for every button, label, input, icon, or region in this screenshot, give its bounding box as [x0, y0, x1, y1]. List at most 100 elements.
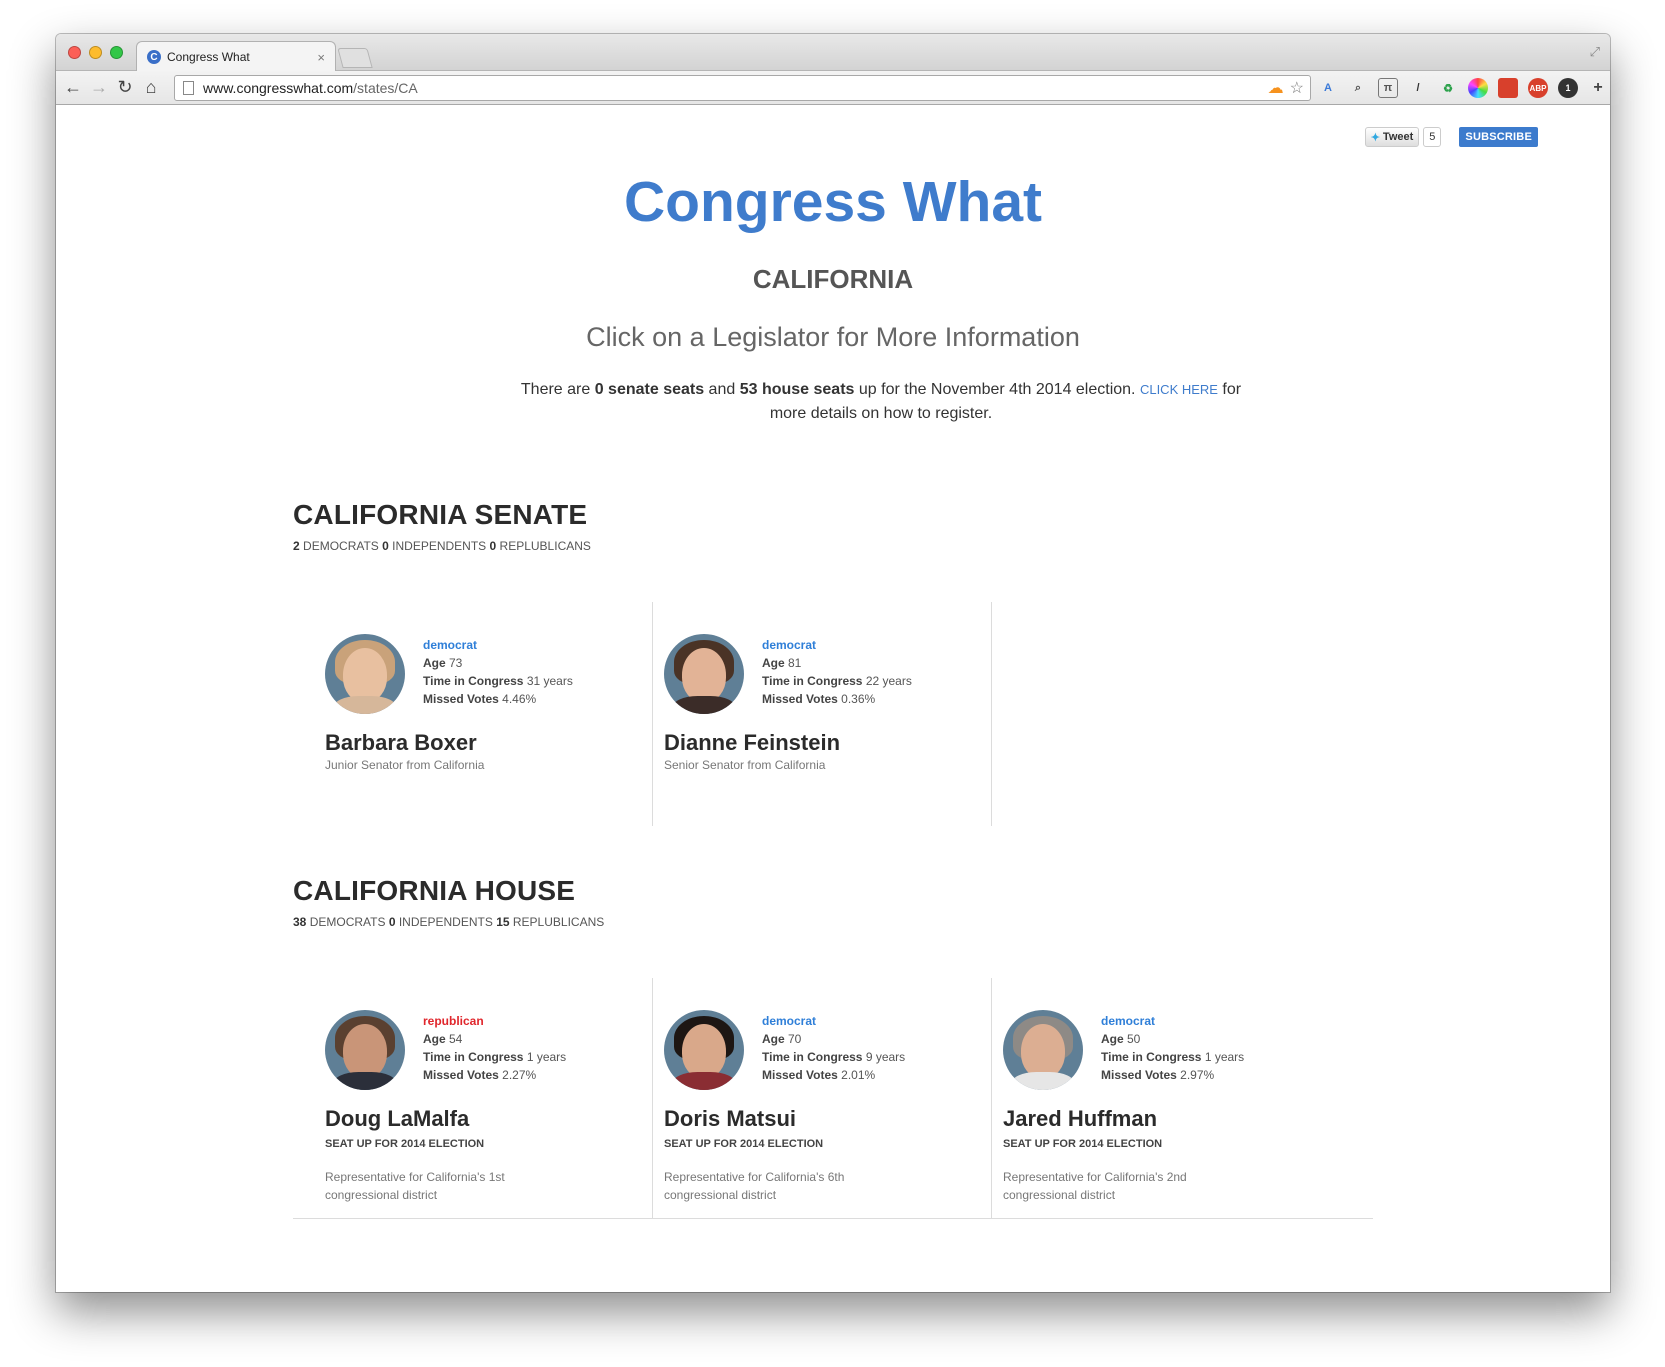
- age-label: Age: [762, 656, 785, 670]
- missed-row: Missed Votes 4.46%: [423, 690, 573, 708]
- zoom-window-button[interactable]: [110, 46, 123, 59]
- legislator-name[interactable]: Doug LaMalfa: [325, 1106, 469, 1132]
- counter-icon[interactable]: 1: [1558, 78, 1578, 98]
- senate-rep-label: REPLUBLICANS: [496, 539, 591, 553]
- house-ind-count: 0: [388, 915, 396, 929]
- twitter-bird-icon: ✦: [1370, 131, 1380, 144]
- row-divider: [293, 1218, 1373, 1219]
- close-window-button[interactable]: [68, 46, 81, 59]
- forward-icon[interactable]: →: [86, 77, 112, 98]
- eyedropper-icon[interactable]: /: [1408, 78, 1428, 98]
- age-row: Age 54: [423, 1030, 566, 1048]
- legislator-role: Representative for California's 1st cong…: [325, 1170, 505, 1202]
- age-row: Age 81: [762, 654, 912, 672]
- browser-window: C Congress What × ⤢ ← → ↻ ⌂ www.congress…: [56, 34, 1610, 1292]
- legislator-name[interactable]: Dianne Feinstein: [664, 730, 840, 756]
- missed-row: Missed Votes 0.36%: [762, 690, 912, 708]
- missed-row: Missed Votes 2.27%: [423, 1066, 566, 1084]
- legislator-stats: democrat Age 81 Time in Congress 22 year…: [762, 636, 912, 708]
- avatar: [664, 634, 744, 714]
- time-value: 22 years: [862, 674, 912, 688]
- fullscreen-icon[interactable]: ⤢: [1590, 44, 1600, 60]
- avatar: [325, 1010, 405, 1090]
- house-rep-label: REPLUBLICANS: [509, 915, 605, 929]
- time-value: 1 years: [523, 1050, 567, 1064]
- age-label: Age: [423, 1032, 446, 1046]
- cloud-icon[interactable]: ☁: [1268, 78, 1284, 98]
- house-counts: 38 DEMOCRATS 0 INDEPENDENTS 15 REPLUBLIC…: [293, 915, 604, 929]
- abp-icon[interactable]: ABP: [1528, 78, 1548, 98]
- page-content: ✦ Tweet 5 SUBSCRIBE Congress What CALIFO…: [56, 105, 1610, 1290]
- browser-tab[interactable]: C Congress What ×: [136, 41, 336, 72]
- senate-ind-count: 0: [382, 539, 389, 553]
- legislator-role: Senior Senator from California: [664, 758, 826, 772]
- reload-icon[interactable]: ↻: [112, 77, 138, 98]
- election-notice: There are 0 senate seats and 53 house se…: [511, 378, 1251, 426]
- missed-label: Missed Votes: [762, 692, 838, 706]
- color-wheel-icon[interactable]: [1468, 78, 1488, 98]
- house-dem-count: 38: [293, 915, 307, 929]
- party-label: republican: [423, 1014, 484, 1028]
- party-label: democrat: [423, 638, 478, 652]
- subscribe-button[interactable]: SUBSCRIBE: [1459, 127, 1538, 147]
- time-row: Time in Congress 31 years: [423, 672, 573, 690]
- seat-up-badge: SEAT UP FOR 2014 ELECTION: [1003, 1138, 1163, 1150]
- url-path: /states/CA: [353, 80, 418, 96]
- pi-icon[interactable]: π: [1378, 78, 1398, 98]
- age-label: Age: [762, 1032, 785, 1046]
- favicon-icon: C: [147, 50, 161, 64]
- legislator-role: Representative for California's 2nd cong…: [1003, 1170, 1187, 1202]
- social-buttons: ✦ Tweet 5 SUBSCRIBE: [1364, 127, 1538, 147]
- legislator-card-matsui[interactable]: democrat Age 70 Time in Congress 9 years…: [632, 978, 992, 1218]
- address-bar[interactable]: www.congresswhat.com/states/CA ☁ ☆: [174, 75, 1311, 101]
- tweet-button[interactable]: ✦ Tweet: [1364, 127, 1420, 147]
- avatar: [664, 1010, 744, 1090]
- url-host: www.congresswhat.com: [203, 80, 354, 96]
- age-row: Age 73: [423, 654, 573, 672]
- seat-up-badge: SEAT UP FOR 2014 ELECTION: [664, 1138, 824, 1150]
- site-title[interactable]: Congress What: [56, 169, 1610, 235]
- crosshair-icon[interactable]: +: [1588, 78, 1608, 98]
- legislator-card-huffman[interactable]: democrat Age 50 Time in Congress 1 years…: [971, 978, 1331, 1218]
- book-icon[interactable]: [1498, 78, 1518, 98]
- bookmark-star-icon[interactable]: ☆: [1290, 78, 1304, 98]
- legislator-name[interactable]: Jared Huffman: [1003, 1106, 1157, 1132]
- legislator-card-boxer[interactable]: democrat Age 73 Time in Congress 31 year…: [293, 602, 653, 826]
- minimize-window-button[interactable]: [89, 46, 102, 59]
- missed-value: 0.36%: [837, 692, 876, 706]
- new-tab-button[interactable]: [337, 48, 373, 68]
- zoom-icon[interactable]: ⌕: [1348, 78, 1368, 98]
- missed-label: Missed Votes: [1101, 1068, 1177, 1082]
- legislator-role: Junior Senator from California: [325, 758, 485, 772]
- time-label: Time in Congress: [762, 1050, 863, 1064]
- legislator-name[interactable]: Barbara Boxer: [325, 730, 477, 756]
- state-name: CALIFORNIA: [752, 264, 914, 294]
- time-row: Time in Congress 1 years: [1101, 1048, 1244, 1066]
- register-link[interactable]: CLICK HERE: [1140, 382, 1218, 397]
- page-icon: [183, 81, 194, 95]
- translate-icon[interactable]: A: [1318, 78, 1338, 98]
- extension-icons: A ⌕ π / ♻ ABP 1 + ≡: [1318, 78, 1610, 98]
- missed-label: Missed Votes: [423, 1068, 499, 1082]
- tab-close-icon[interactable]: ×: [317, 50, 325, 65]
- home-icon[interactable]: ⌂: [138, 77, 164, 98]
- senate-seats-count: 0 senate seats: [594, 381, 705, 398]
- time-row: Time in Congress 9 years: [762, 1048, 905, 1066]
- legislator-name[interactable]: Doris Matsui: [664, 1106, 796, 1132]
- age-value: 73: [445, 656, 463, 670]
- missed-value: 2.27%: [498, 1068, 537, 1082]
- recycle-icon[interactable]: ♻: [1438, 78, 1458, 98]
- back-icon[interactable]: ←: [60, 77, 86, 98]
- time-label: Time in Congress: [762, 674, 863, 688]
- missed-value: 2.01%: [837, 1068, 876, 1082]
- missed-row: Missed Votes 2.97%: [1101, 1066, 1244, 1084]
- time-label: Time in Congress: [423, 1050, 524, 1064]
- avatar: [1003, 1010, 1083, 1090]
- senate-dem-count: 2: [293, 539, 300, 553]
- window-controls: [68, 46, 123, 59]
- legislator-stats: democrat Age 50 Time in Congress 1 years…: [1101, 1012, 1244, 1084]
- time-row: Time in Congress 1 years: [423, 1048, 566, 1066]
- party-label: democrat: [762, 1014, 817, 1028]
- legislator-card-feinstein[interactable]: democrat Age 81 Time in Congress 22 year…: [632, 602, 992, 826]
- legislator-card-lamalfa[interactable]: republican Age 54 Time in Congress 1 yea…: [293, 978, 653, 1218]
